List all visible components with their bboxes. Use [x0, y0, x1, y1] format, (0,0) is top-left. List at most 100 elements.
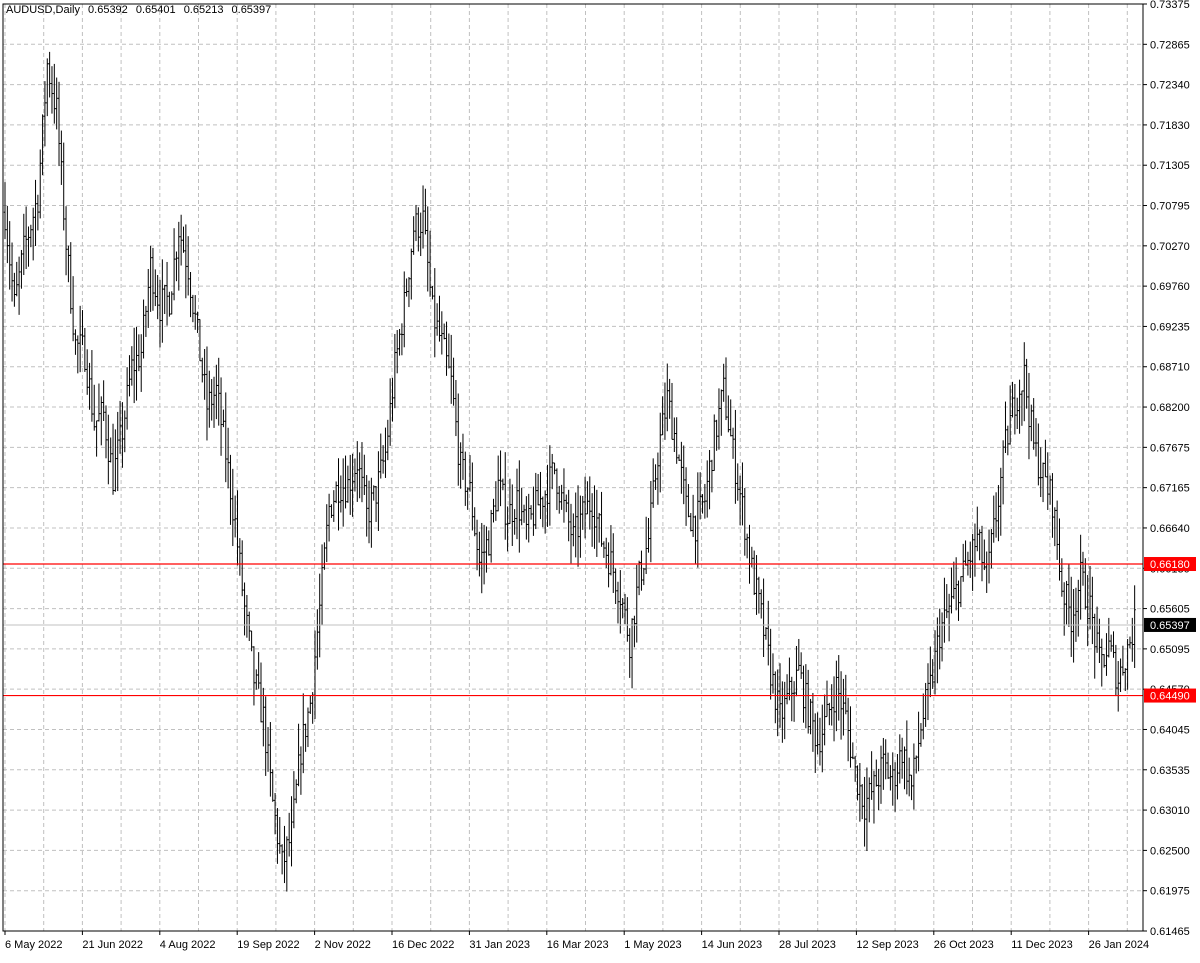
- price-chart[interactable]: 0.73375 0.72865 0.72340 0.71830 0.71305 0.707…: [0, 0, 1200, 958]
- ohlc-bar: [964, 540, 967, 566]
- ohlc-bar: [302, 693, 305, 774]
- x-tick-label: 16 Mar 2023: [547, 939, 609, 951]
- ohlc-bar: [46, 58, 49, 117]
- ohlc-bars: [3, 51, 1136, 892]
- ohlc-bar: [863, 776, 866, 847]
- ohlc-bar: [715, 419, 718, 451]
- open-value: 0.65392: [88, 4, 128, 16]
- ohlc-bar: [78, 305, 82, 373]
- grid: [3, 3, 1143, 932]
- ohlc-bar: [388, 378, 392, 446]
- ohlc-bar: [189, 271, 192, 318]
- ohlc-bar: [816, 712, 819, 755]
- ohlc-bar: [802, 665, 805, 723]
- ohlc-bar: [978, 529, 981, 561]
- ohlc-bar: [8, 221, 11, 290]
- ohlc-bar: [109, 437, 112, 463]
- ohlc-bar: [381, 445, 385, 474]
- ohlc-bar: [1128, 636, 1132, 649]
- ohlc-bar: [788, 657, 791, 701]
- ohlc-bar: [548, 445, 552, 526]
- ohlc-bar: [940, 612, 944, 662]
- ohlc-bar: [858, 763, 862, 822]
- ohlc-bar: [757, 576, 761, 614]
- ohlc-bar: [689, 513, 692, 532]
- ohlc-bar: [304, 723, 307, 752]
- ohlc-bar: [696, 472, 700, 568]
- ohlc-bar: [602, 541, 606, 558]
- ohlc-bar: [891, 752, 894, 806]
- ohlc-bar: [81, 310, 84, 346]
- y-tick-label: 0.71830: [1150, 120, 1190, 132]
- price-axis[interactable]: 0.73375 0.72865 0.72340 0.71830 0.71305 0.707…: [1143, 0, 1190, 938]
- ohlc-bar: [1008, 385, 1012, 445]
- ohlc-bar: [567, 489, 570, 542]
- ohlc-bar: [703, 483, 707, 519]
- ohlc-bar: [435, 303, 439, 336]
- ohlc-bar: [337, 458, 340, 531]
- ohlc-bar: [111, 423, 115, 495]
- ohlc-bar: [729, 399, 732, 437]
- ohlc-bar: [687, 484, 690, 518]
- ohlc-bar: [976, 506, 979, 552]
- ohlc-bar: [482, 524, 486, 585]
- ohlc-bar: [102, 380, 105, 421]
- ohlc-bar: [882, 737, 885, 790]
- level-price-tag: 0.64490: [1144, 688, 1196, 703]
- ohlc-bar: [536, 474, 540, 506]
- ohlc-bar: [924, 682, 927, 727]
- chart-canvas[interactable]: 0.73375 0.72865 0.72340 0.71830 0.71305 0.707…: [0, 0, 1200, 958]
- ohlc-bar: [1032, 398, 1035, 450]
- ohlc-bar: [1072, 589, 1075, 663]
- ohlc-bar: [353, 458, 357, 492]
- ohlc-bar: [529, 505, 533, 520]
- ohlc-bar: [215, 364, 218, 420]
- ohlc-bar: [48, 51, 51, 98]
- ohlc-bar: [154, 269, 157, 307]
- ohlc-bar: [412, 216, 415, 255]
- y-tick-label: 0.62500: [1150, 845, 1190, 857]
- ohlc-bar: [616, 581, 620, 624]
- ohlc-bar: [952, 561, 956, 600]
- ohlc-bar: [184, 224, 188, 299]
- time-axis[interactable]: 6 May 2022 21 Jun 2022 4 Aug 2022 19 Sep 20…: [4, 931, 1149, 951]
- ohlc-bar: [823, 694, 826, 746]
- y-tick-label: 0.69235: [1150, 321, 1190, 333]
- ohlc-bar: [994, 492, 998, 538]
- ohlc-bar: [1119, 658, 1122, 692]
- ohlc-bar: [543, 490, 547, 534]
- price-labels: 0.66180 0.64490 0.65397: [1144, 557, 1196, 703]
- ohlc-bar: [161, 259, 164, 343]
- ohlc-bar: [407, 277, 411, 308]
- y-tick-label: 0.61975: [1150, 886, 1190, 898]
- x-tick-label: 19 Sep 2022: [237, 939, 299, 951]
- ohlc-bar: [360, 442, 364, 503]
- ohlc-bar: [666, 363, 669, 432]
- ohlc-bar: [295, 779, 298, 804]
- ohlc-bar: [1030, 404, 1033, 442]
- ohlc-bar: [947, 593, 951, 642]
- ohlc-bar: [419, 212, 422, 257]
- ohlc-bar: [771, 653, 775, 694]
- ohlc-bar: [292, 771, 296, 829]
- ohlc-bar: [128, 355, 131, 397]
- ohlc-bar: [140, 334, 143, 392]
- ohlc-bar: [752, 550, 756, 596]
- ohlc-bar: [15, 261, 18, 297]
- ohlc-bar: [316, 609, 319, 670]
- ohlc-bar: [926, 663, 930, 721]
- ohlc-bar: [203, 349, 206, 400]
- ohlc-bar: [280, 844, 284, 875]
- y-tick-label: 0.65095: [1150, 644, 1190, 656]
- ohlc-bar: [271, 769, 274, 802]
- ohlc-bar: [1117, 661, 1120, 712]
- ohlc-bar: [720, 389, 723, 436]
- ohlc-bar: [1041, 462, 1045, 503]
- ohlc-bar: [635, 564, 638, 643]
- ohlc-bar: [332, 490, 335, 522]
- ohlc-bar: [691, 494, 695, 537]
- ohlc-bar: [269, 722, 272, 797]
- ohlc-bar: [936, 617, 939, 684]
- ohlc-bar: [175, 251, 178, 282]
- ohlc-bar: [731, 427, 735, 459]
